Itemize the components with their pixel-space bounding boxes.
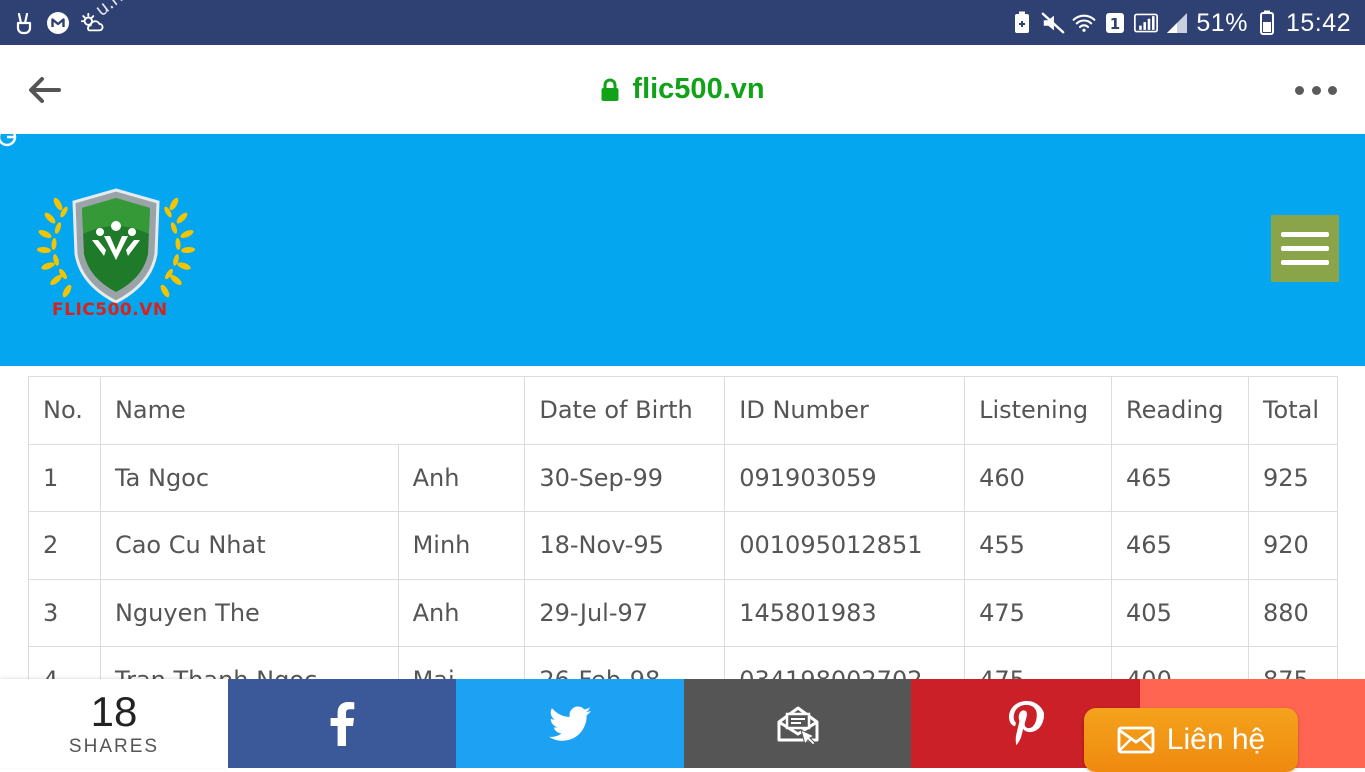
url-text[interactable]: flic500.vn [632,73,764,106]
more-dot-icon [1328,85,1337,95]
cell-reading: 465 [1111,443,1249,512]
browser-menu-button[interactable] [1295,81,1337,99]
sim-badge-icon: 1 [1103,11,1127,35]
share-count-label: SHARES [68,735,160,757]
cell-reading: 405 [1111,578,1249,647]
contact-button[interactable]: Liên hệ [1084,708,1298,772]
more-dot-icon [1311,85,1321,95]
browser-toolbar: flic500.vn [0,45,1365,134]
twitter-share-button[interactable] [456,679,684,768]
battery-percent: 51% [1196,8,1248,37]
facebook-share-button[interactable] [228,679,456,768]
address-bar: flic500.vn [0,45,1365,134]
pinterest-icon [1008,700,1044,745]
cell-listening: 475 [964,578,1113,647]
table-row: 3 Nguyen The Anh 29-Jul-97 145801983 475… [28,578,1339,647]
header-total: Total [1247,376,1339,445]
status-right-icons: 1 51% 15:42 [1010,7,1351,39]
peace-hand-icon [12,11,36,35]
table-row: 1 Ta Ngoc Anh 30-Sep-99 091903059 460 46… [28,443,1339,512]
battery-icon [1255,10,1279,35]
messenger-m-icon [46,11,70,35]
header-listening: Listening [964,376,1113,445]
hamburger-line-icon [1281,232,1329,237]
cell-name-first: Cao Cu Nhat [99,511,399,580]
cell-name-last: Anh [397,443,526,512]
corner-badge-icon [0,127,17,147]
cell-name-first: Ta Ngoc [99,443,399,512]
facebook-icon [330,701,355,746]
header-name: Name [99,376,526,445]
mute-icon [1041,11,1065,35]
cell-dob: 29-Jul-97 [524,578,726,647]
share-count: 18 SHARES [0,679,228,768]
lock-icon [601,78,619,101]
status-left-icons [12,8,104,38]
cell-total: 920 [1247,511,1339,580]
cell-name-last: Minh [397,511,526,580]
cell-name-first: Nguyen The [99,578,399,647]
table-header-row: No. Name Date of Birth ID Number Listeni… [28,376,1339,445]
sim-badge-number: 1 [1110,15,1120,33]
cell-total: 880 [1247,578,1339,647]
cell-id: 091903059 [724,443,966,512]
hamburger-line-icon [1281,246,1329,251]
status-bar: u.net 1 51% 15:42 [0,0,1365,45]
results-table: No. Name Date of Birth ID Number Listeni… [28,376,1339,715]
email-share-button[interactable] [684,679,911,768]
header-no: No. [28,376,101,445]
header-id: ID Number [724,376,966,445]
envelope-icon [1117,726,1155,754]
cell-no: 1 [28,443,101,512]
cell-listening: 455 [964,511,1113,580]
cell-dob: 18-Nov-95 [524,511,726,580]
twitter-icon [549,706,591,741]
email-open-icon [777,706,818,746]
cell-id: 145801983 [724,578,966,647]
site-header: FLIC500.VN [0,127,1365,366]
battery-saver-icon [1010,11,1034,35]
cell-reading: 465 [1111,511,1249,580]
logo-text: FLIC500.VN [52,300,168,320]
more-dot-icon [1295,85,1304,95]
header-dob: Date of Birth [524,376,726,445]
arrow-left-icon [29,77,61,103]
hamburger-line-icon [1281,260,1329,265]
cell-listening: 460 [964,443,1113,512]
cell-dob: 30-Sep-99 [524,443,726,512]
header-reading: Reading [1111,376,1249,445]
status-time: 15:42 [1285,8,1351,37]
table-row: 2 Cao Cu Nhat Minh 18-Nov-95 00109501285… [28,511,1339,580]
cell-no: 2 [28,511,101,580]
hamburger-menu-button[interactable] [1271,215,1339,282]
share-count-number: 18 [90,687,138,735]
signal-full-icon [1134,11,1159,35]
back-button[interactable] [26,73,62,107]
wifi-icon [1072,11,1096,35]
signal-partial-icon [1165,11,1189,35]
cell-id: 001095012851 [724,511,966,580]
contact-label: Liên hệ [1166,723,1266,756]
cell-no: 3 [28,578,101,647]
cell-name-last: Anh [397,578,526,647]
cell-total: 925 [1247,443,1339,512]
